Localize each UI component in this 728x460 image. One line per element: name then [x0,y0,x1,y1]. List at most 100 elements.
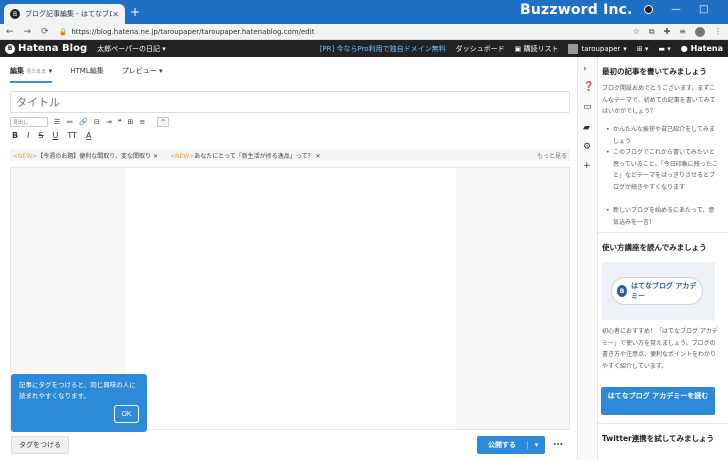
chevron-down-icon[interactable]: ▾ [527,441,545,449]
align-icon[interactable]: ≡ [139,118,145,126]
publish-label: 公開する [488,441,516,449]
hatena-header: B Hatena Blog 太郎ペーパーの日記 ▾ [PR] 今ならPro利用で… [0,40,728,57]
editor-gutter-right [456,168,569,429]
window-controls: — □ ✕ [644,4,728,15]
gear-icon[interactable]: ⚙ [583,142,591,152]
folder-icon[interactable]: ▰ [583,123,590,133]
plus-icon[interactable]: + [583,161,591,171]
table-icon[interactable]: ⊞ [128,118,134,126]
divider [598,232,728,233]
tab-preview[interactable]: プレビュー ▾ [122,66,163,83]
divider [598,423,728,424]
hatena-circle-icon: ● [680,44,688,53]
format-toolbar-row1: 見出し ☰ ≔ 🔗 ⊟ ⇥ ❝ ⊞ ≡ ^ [10,117,170,127]
tab-html[interactable]: HTML編集 [70,66,103,83]
heading-select[interactable]: 見出し [10,117,48,127]
news-new-badge: <NEW> [13,152,38,160]
image-icon[interactable]: ▭ [583,102,592,112]
title-input[interactable] [10,91,570,113]
subscriptions-link[interactable]: ▣ 購読リスト [515,44,559,54]
apps-grid-icon[interactable]: ⊞ ▾ [637,45,649,53]
collapse-toolbar-icon[interactable]: ^ [157,117,170,127]
hatena-menu[interactable]: ● Hatena [681,44,723,53]
editor-mode-tabs: 編集 見たまま ▾ HTML編集 プレビュー ▾ [10,66,162,83]
tooltip-text: 記事にタグをつけると、同じ興味の人に読まれやすくなります。 [19,381,136,400]
sidebar-icon-strip [578,57,598,460]
academy-badge: B はてなブログ アカデミー [611,277,703,305]
horizontal-rule-icon[interactable]: ⊟ [94,118,100,126]
news-more-link[interactable]: もっと見る [537,151,567,160]
section-text: ブログ開設おめでとうございます。まずこんなテーマで、初めての記事を書いてみてはい… [602,85,716,115]
tab-title: ブログ記事編集 - はてなブログ [25,10,112,18]
profile-avatar[interactable] [695,26,705,37]
star-icon[interactable]: ☆ [633,27,640,36]
tag-tooltip: 記事にタグをつけると、同じ興味の人に読まれやすくなります。 [11,374,147,432]
publish-button[interactable]: 公開する ▾ [477,436,545,454]
italic-icon[interactable]: I [27,131,29,140]
new-tab-button[interactable]: + [130,5,140,19]
minimize-button[interactable]: — [671,4,681,15]
news-text: あなたにとって「新生活が捗る逸品」って？ [194,152,314,160]
notifications-icon[interactable]: ▬ ▾ [658,45,670,53]
section-title: 使い方講座を読んでみましょう [602,243,707,252]
news-text: 【今週のお題】便利な間取り、変な間取り [37,152,152,160]
user-menu[interactable]: taroupaper ▾ [568,43,627,54]
bold-icon[interactable]: B [12,131,18,140]
underline-icon[interactable]: U [53,131,59,140]
address-bar: ← → ⟳ 🔒 https://blog.hatena.ne.jp/taroup… [0,24,728,40]
help-icon[interactable]: ❓ [583,82,594,92]
section-title: Twitter連携を試してみましょう [602,434,715,443]
strikethrough-icon[interactable]: S [38,131,43,140]
tab-wysiwyg-sub: 見たまま [26,69,47,75]
news-new-badge: <NEW> [170,152,195,160]
tab-wysiwyg-label: 編集 [10,67,24,75]
browser-menu-icon[interactable]: ⋮ [714,27,722,36]
back-icon[interactable]: ← [6,27,14,37]
user-avatar [568,43,579,54]
forward-icon[interactable]: → [24,27,32,37]
hatena-label: Hatena [690,44,723,53]
screenshot-icon[interactable]: ⧉ [649,27,655,37]
url-text: https://blog.hatena.ne.jp/taroupaper/tar… [71,27,315,36]
browser-tab[interactable]: B ブログ記事編集 - はてなブログ ✕ [4,4,125,24]
hatena-blog-logo[interactable]: B Hatena Blog [5,43,87,54]
extensions-icon[interactable]: ✚ [664,27,671,36]
news-bar: <NEW>【今週のお題】便利な間取り、変な間取り ✕ <NEW>あなたにとって「… [10,149,570,161]
recording-dot-icon [644,5,653,14]
subscriptions-label: 購読リスト [523,44,559,53]
close-icon[interactable]: ✕ [153,153,158,160]
font-size-icon[interactable]: TT [67,131,77,140]
text-color-icon[interactable]: A [86,131,91,140]
more-line-icon[interactable]: ⇥ [106,118,112,126]
add-tag-button[interactable]: タグをつける [11,436,69,454]
quote-icon[interactable]: ❝ [118,118,122,126]
close-icon[interactable]: ✕ [315,153,320,160]
dashboard-link[interactable]: ダッシュボード [456,44,505,54]
academy-label: はてなブログ アカデミー [630,282,697,300]
section-title: 最初の記事を書いてみましょう [602,67,707,76]
lock-icon: 🔒 [58,27,68,36]
url-field[interactable]: 🔒 https://blog.hatena.ne.jp/taroupaper/t… [59,28,623,36]
news-item[interactable]: <NEW>【今週のお題】便利な間取り、変な間取り ✕ [13,151,158,160]
news-item[interactable]: <NEW>あなたにとって「新生活が捗る逸品」って？ ✕ [170,151,320,160]
link-icon[interactable]: 🔗 [79,118,88,126]
more-options-icon[interactable]: … [553,437,563,448]
hatena-logo-icon: B [617,285,627,297]
reload-icon[interactable]: ⟳ [41,27,49,37]
hatena-favicon-icon: B [10,9,20,19]
hatena-logo-icon: B [5,43,15,54]
tooltip-ok-button[interactable]: OK [114,405,139,423]
book-icon: ▣ [514,44,522,53]
maximize-button[interactable]: □ [699,4,708,15]
academy-read-button[interactable]: はてなブログ アカデミーを読む [601,387,715,415]
numbered-list-icon[interactable]: ≔ [66,118,73,126]
pro-promo-link[interactable]: [PR] 今ならPro利用で独自ドメイン無料 [320,44,446,54]
reading-list-icon[interactable]: ≡ [679,27,686,36]
bullet-list-icon[interactable]: ☰ [54,118,60,126]
blog-name-menu[interactable]: 太郎ペーパーの日記 ▾ [97,44,166,54]
list-item: 新しいブログを始めるにあたって、意気込みを一言！ [606,205,718,228]
tab-close-icon[interactable]: ✕ [112,10,119,19]
format-toolbar-row2: B I S U TT A [12,131,92,140]
tab-wysiwyg[interactable]: 編集 見たまま ▾ [10,66,53,83]
collapse-panel-icon[interactable]: › [583,64,587,74]
